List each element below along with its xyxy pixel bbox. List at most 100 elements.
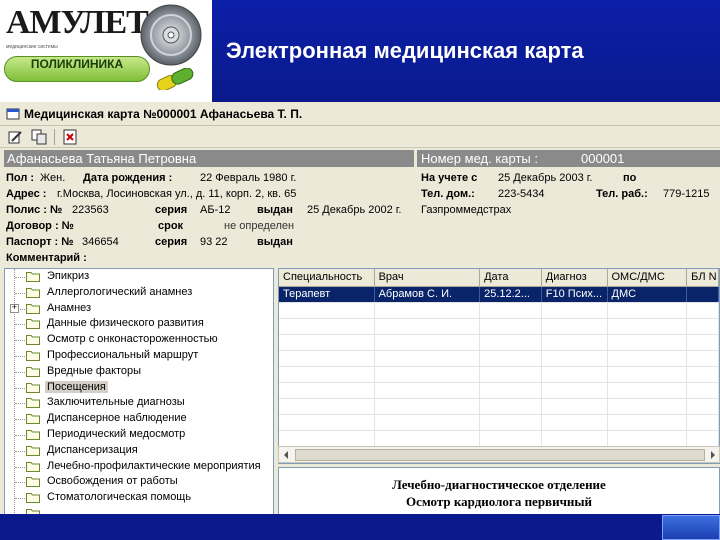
grid-column-header[interactable]: БЛ N bbox=[687, 269, 719, 286]
tree-item[interactable]: Аллергологический анамнез bbox=[5, 285, 273, 301]
slide-title: Электронная медицинская карта bbox=[226, 38, 584, 63]
edit-button[interactable] bbox=[6, 128, 24, 146]
empty-cell bbox=[687, 335, 719, 350]
empty-row bbox=[279, 399, 719, 415]
tree-connector bbox=[15, 434, 25, 436]
tree-item[interactable]: Лечебно-профилактические мероприятия bbox=[5, 459, 273, 475]
empty-cell bbox=[542, 335, 608, 350]
empty-cell bbox=[375, 335, 481, 350]
policy-number: 223563 bbox=[72, 204, 109, 216]
empty-cell bbox=[480, 351, 542, 366]
tree-item[interactable]: Вредные факторы bbox=[5, 364, 273, 380]
table-cell: F10 Псих... bbox=[542, 287, 608, 302]
empty-cell bbox=[687, 415, 719, 430]
edit-icon bbox=[8, 130, 22, 143]
work-phone-label: Тел. раб.: bbox=[596, 188, 648, 200]
grid-body: Терапевт Абрамов С. И. 25.12.2... F10 Псих.… bbox=[279, 287, 719, 447]
delete-icon bbox=[63, 129, 77, 144]
empty-cell bbox=[480, 431, 542, 446]
tree-connector bbox=[15, 466, 25, 468]
grid-column-header[interactable]: Врач bbox=[375, 269, 481, 286]
empty-cell bbox=[480, 415, 542, 430]
tree-item[interactable]: + Анамнез bbox=[5, 301, 273, 317]
app-window: Медицинская карта №000001 Афанасьева Т. … bbox=[0, 102, 720, 516]
tree-item[interactable]: Диспансеризация bbox=[5, 443, 273, 459]
address-label: Адрес : bbox=[6, 188, 47, 200]
folder-icon bbox=[26, 445, 40, 456]
card-number-bar: Номер мед. карты : 000001 bbox=[417, 150, 720, 167]
tree-item[interactable]: Освобождения от работы bbox=[5, 474, 273, 490]
empty-cell bbox=[480, 383, 542, 398]
document-line-2: Осмотр кардиолога первичный bbox=[405, 494, 593, 509]
scrollbar-thumb[interactable] bbox=[295, 449, 705, 461]
empty-row bbox=[279, 415, 719, 431]
tree-item[interactable]: Заключительные диагнозы bbox=[5, 395, 273, 411]
folder-icon bbox=[26, 303, 40, 314]
tree-item-label: Периодический медосмотр bbox=[47, 427, 186, 440]
grid-header: Специальность Врач Дата Диагноз ОМС/ДМС БЛ N bbox=[279, 269, 719, 287]
window-titlebar[interactable]: Медицинская карта №000001 Афанасьева Т. … bbox=[0, 102, 720, 126]
empty-cell bbox=[279, 303, 375, 318]
tree-item[interactable]: Периодический медосмотр bbox=[5, 427, 273, 443]
empty-cell bbox=[279, 335, 375, 350]
empty-cell bbox=[542, 351, 608, 366]
empty-cell bbox=[542, 399, 608, 414]
tree-item[interactable]: Данные физического развития bbox=[5, 316, 273, 332]
logo-product-badge: ПОЛИКЛИНИКА bbox=[4, 56, 150, 82]
grid-horizontal-scrollbar[interactable] bbox=[278, 446, 720, 463]
empty-cell bbox=[375, 367, 481, 382]
tree-item[interactable]: Посещения bbox=[5, 380, 273, 396]
table-cell: Абрамов С. И. bbox=[375, 287, 481, 302]
empty-cell bbox=[687, 303, 719, 318]
empty-cell bbox=[480, 303, 542, 318]
disc-icon bbox=[140, 4, 202, 66]
home-phone-label: Тел. дом.: bbox=[421, 188, 475, 200]
insurer: Газпроммедстрах bbox=[421, 204, 512, 216]
copy-button[interactable] bbox=[30, 128, 48, 146]
slide-footer bbox=[0, 514, 720, 540]
table-cell bbox=[687, 287, 719, 302]
address-value: г.Москва, Лосиновская ул., д. 11, корп. … bbox=[57, 188, 297, 200]
grid-column-header[interactable]: Дата bbox=[480, 269, 542, 286]
tree-connector bbox=[15, 292, 25, 294]
empty-cell bbox=[687, 383, 719, 398]
tree-item-label: Аллергологический анамнез bbox=[47, 285, 193, 298]
contract-term-label: срок bbox=[158, 220, 184, 232]
folder-icon bbox=[26, 272, 40, 282]
grid-column-header[interactable]: Специальность bbox=[279, 269, 375, 286]
dob-value: 22 Февраль 1980 г. bbox=[200, 172, 297, 184]
grid-column-header[interactable]: ОМС/ДМС bbox=[608, 269, 688, 286]
empty-cell bbox=[375, 431, 481, 446]
tree-item[interactable]: Стоматологическая помощь bbox=[5, 490, 273, 506]
empty-cell bbox=[375, 383, 481, 398]
expand-icon[interactable]: + bbox=[10, 303, 19, 313]
tree-connector bbox=[15, 482, 25, 484]
empty-row bbox=[279, 303, 719, 319]
tree-item-label: Лечебно-профилактические мероприятия bbox=[47, 459, 261, 472]
patient-info: Афанасьева Татьяна Петровна Номер мед. к… bbox=[0, 148, 720, 264]
tree-item[interactable]: Диспансерное наблюдение bbox=[5, 411, 273, 427]
sections-tree[interactable]: Эпикриз Аллергологический анамнез + Анамнез… bbox=[4, 268, 274, 516]
scroll-left-icon[interactable] bbox=[280, 449, 293, 461]
tree-item-label: Стоматологическая помощь bbox=[47, 491, 192, 504]
empty-cell bbox=[375, 319, 481, 334]
delete-button[interactable] bbox=[61, 128, 79, 146]
sex-value: Жен. bbox=[40, 172, 66, 184]
empty-cell bbox=[542, 431, 608, 446]
tree-item-label: Профессиональный маршрут bbox=[47, 348, 199, 361]
scroll-right-icon[interactable] bbox=[706, 449, 719, 461]
grid-column-header[interactable]: Диагноз bbox=[542, 269, 608, 286]
empty-cell bbox=[687, 431, 719, 446]
slide-nav-button[interactable] bbox=[662, 515, 720, 540]
table-cell: ДМС bbox=[608, 287, 688, 302]
folder-icon bbox=[26, 461, 40, 472]
policy-issued-label: выдан bbox=[257, 204, 293, 216]
tree-item[interactable]: Профессиональный маршрут bbox=[5, 348, 273, 364]
visits-grid[interactable]: Специальность Врач Дата Диагноз ОМС/ДМС БЛ N … bbox=[278, 268, 720, 464]
tree-item[interactable]: Эпикриз bbox=[5, 269, 273, 285]
document-preview[interactable]: Лечебно-диагностическое отделение Осмотр… bbox=[278, 467, 720, 516]
empty-cell bbox=[687, 319, 719, 334]
table-row[interactable]: Терапевт Абрамов С. И. 25.12.2... F10 Псих.… bbox=[279, 287, 719, 303]
empty-cell bbox=[542, 383, 608, 398]
tree-item[interactable]: Осмотр с онконастороженностью bbox=[5, 332, 273, 348]
